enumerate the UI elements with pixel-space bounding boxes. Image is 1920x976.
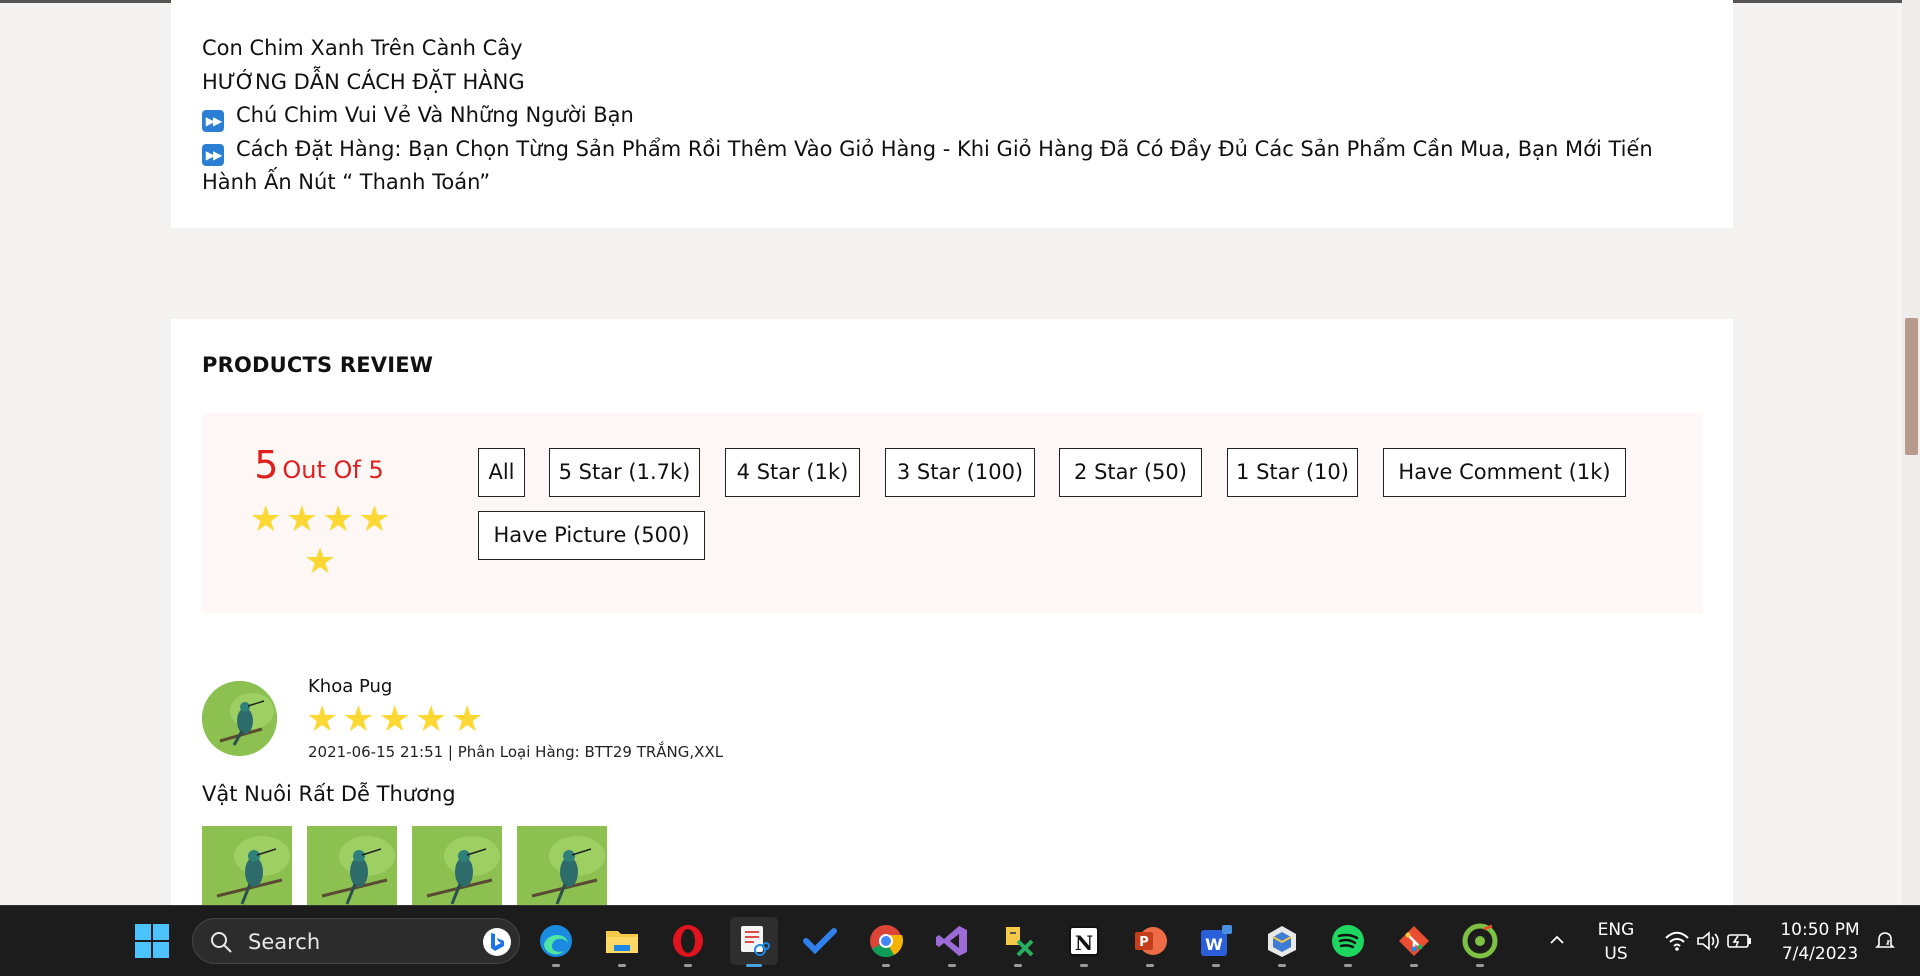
star-icon: ★: [451, 699, 488, 740]
description-line: ▶▶ Cách Đặt Hàng: Bạn Chọn Từng Sản Phẩm …: [202, 136, 1653, 195]
notifications-button[interactable]: [1870, 906, 1900, 976]
opera-icon[interactable]: [664, 917, 712, 967]
filter-3-star-button[interactable]: 3 Star (100): [885, 448, 1035, 497]
visual-studio-icon[interactable]: [928, 917, 976, 967]
product-description-card: Con Chim Xanh Trên Cành Cây HƯỚNG DẪN CÁ…: [171, 0, 1733, 228]
svg-text:W: W: [1205, 935, 1223, 954]
lang-code: ENG: [1597, 920, 1635, 940]
reviewer-name: Khoa Pug: [308, 676, 393, 697]
lang-region: US: [1604, 944, 1628, 964]
windows-start-icon[interactable]: [128, 917, 176, 965]
running-indicator: [684, 964, 692, 967]
filter-4-star-button[interactable]: 4 Star (1k): [725, 448, 860, 497]
star-icon: ★: [342, 699, 379, 740]
running-indicator: [882, 964, 890, 967]
page-scrollbar[interactable]: [1902, 0, 1920, 905]
star-icon: ★: [322, 499, 355, 540]
fast-forward-icon: ▶▶: [202, 143, 224, 166]
review-photo[interactable]: [307, 826, 397, 905]
overall-score: 5 Out Of 5: [202, 443, 436, 487]
description-line: HƯỚNG DẪN CÁCH ĐẶT HÀNG: [202, 69, 525, 94]
star-icon: ★: [414, 699, 452, 740]
review-photo[interactable]: [202, 826, 292, 905]
running-indicator: [948, 964, 956, 967]
taskbar-search[interactable]: Search: [192, 918, 520, 964]
running-indicator: [1146, 964, 1154, 967]
show-hidden-icons-button[interactable]: [1544, 906, 1570, 976]
notification-bell-icon: [1875, 932, 1895, 948]
avatar[interactable]: [202, 681, 277, 756]
system-status-group[interactable]: [1656, 906, 1756, 976]
score-suffix: Out Of 5: [282, 456, 384, 484]
spotify-icon[interactable]: [1324, 917, 1372, 967]
description-text: Con Chim Xanh Trên Cành Cây HƯỚNG DẪN CÁ…: [202, 32, 1702, 200]
description-line: ▶▶ Chú Chim Vui Vẻ Và Những Người Bạn: [202, 99, 1702, 133]
bing-icon[interactable]: [481, 926, 513, 958]
star-icon: ★: [303, 541, 337, 582]
clock-time: 10:50 PM: [1780, 920, 1860, 940]
star-icon: ★: [358, 499, 391, 540]
filter-have-picture-button[interactable]: Have Picture (500): [478, 511, 705, 560]
running-indicator: [552, 964, 560, 967]
review-meta: 2021-06-15 21:51 | Phân Loại Hàng: BTT29…: [308, 743, 724, 761]
running-indicator: [1212, 964, 1220, 967]
overall-stars: ★ ★ ★ ★★: [240, 499, 400, 583]
star-icon: ★: [306, 699, 343, 740]
git-icon[interactable]: [1390, 917, 1438, 967]
powerpoint-icon[interactable]: P: [1126, 917, 1174, 967]
running-indicator: [1476, 964, 1484, 967]
filter-5-star-button[interactable]: 5 Star (1.7k): [549, 448, 700, 497]
star-icon: ★: [285, 499, 318, 540]
coccoc-icon[interactable]: [1456, 917, 1504, 967]
review-photo[interactable]: [517, 826, 607, 905]
filter-1-star-button[interactable]: 1 Star (10): [1227, 448, 1358, 497]
search-placeholder: Search: [248, 930, 321, 954]
xampp-icon[interactable]: [994, 917, 1042, 967]
chrome-icon[interactable]: [862, 917, 910, 967]
windows-taskbar: Search N P W ENG US 10:50 PM 7/4/2023: [0, 905, 1920, 976]
battery-charging-icon: [1727, 934, 1751, 948]
description-line: Con Chim Xanh Trên Cành Cây: [202, 36, 523, 60]
clock-date: 7/4/2023: [1781, 944, 1859, 964]
wps-office-icon[interactable]: W: [1192, 917, 1240, 967]
running-indicator: [1410, 964, 1418, 967]
edge-icon[interactable]: [532, 917, 580, 967]
chevron-up-icon: [1550, 935, 1564, 944]
reviewer-stars: ★★★★★: [306, 699, 487, 740]
notion-icon[interactable]: N: [1060, 917, 1108, 967]
wifi-icon: [1665, 931, 1689, 951]
running-indicator: [618, 964, 626, 967]
todo-icon[interactable]: [796, 917, 844, 965]
star-icon: ★: [378, 699, 415, 740]
running-indicator: [1080, 964, 1088, 967]
running-indicator: [1278, 964, 1286, 967]
review-comment: Vật Nuôi Rất Dễ Thương: [202, 782, 456, 806]
review-photo[interactable]: [412, 826, 502, 905]
file-explorer-icon[interactable]: [598, 917, 646, 967]
virtualbox-icon[interactable]: [1258, 917, 1306, 967]
svg-text:N: N: [1075, 931, 1093, 955]
products-review-card: PRODUCTS REVIEW 5 Out Of 5 ★ ★ ★ ★★ All 5 St…: [171, 319, 1733, 905]
snipping-tool-icon[interactable]: [730, 917, 778, 967]
filter-all-button[interactable]: All: [478, 448, 525, 497]
volume-icon: [1697, 931, 1719, 951]
scrollbar-thumb[interactable]: [1905, 318, 1918, 455]
running-indicator: [1014, 964, 1022, 967]
system-clock[interactable]: 10:50 PM 7/4/2023: [1770, 918, 1870, 976]
filter-have-comment-button[interactable]: Have Comment (1k): [1383, 448, 1626, 497]
running-indicator: [1344, 964, 1352, 967]
language-indicator[interactable]: ENG US: [1594, 918, 1638, 976]
rating-summary: 5 Out Of 5 ★ ★ ★ ★★ All 5 Star (1.7k) 4 Star…: [202, 413, 1703, 613]
score-value: 5: [254, 443, 279, 487]
search-icon: [211, 932, 232, 953]
running-indicator: [746, 964, 762, 967]
filter-2-star-button[interactable]: 2 Star (50): [1059, 448, 1202, 497]
star-icon: ★: [249, 499, 282, 540]
review-title: PRODUCTS REVIEW: [202, 353, 434, 377]
svg-text:P: P: [1139, 935, 1149, 950]
fast-forward-icon: ▶▶: [202, 110, 224, 133]
